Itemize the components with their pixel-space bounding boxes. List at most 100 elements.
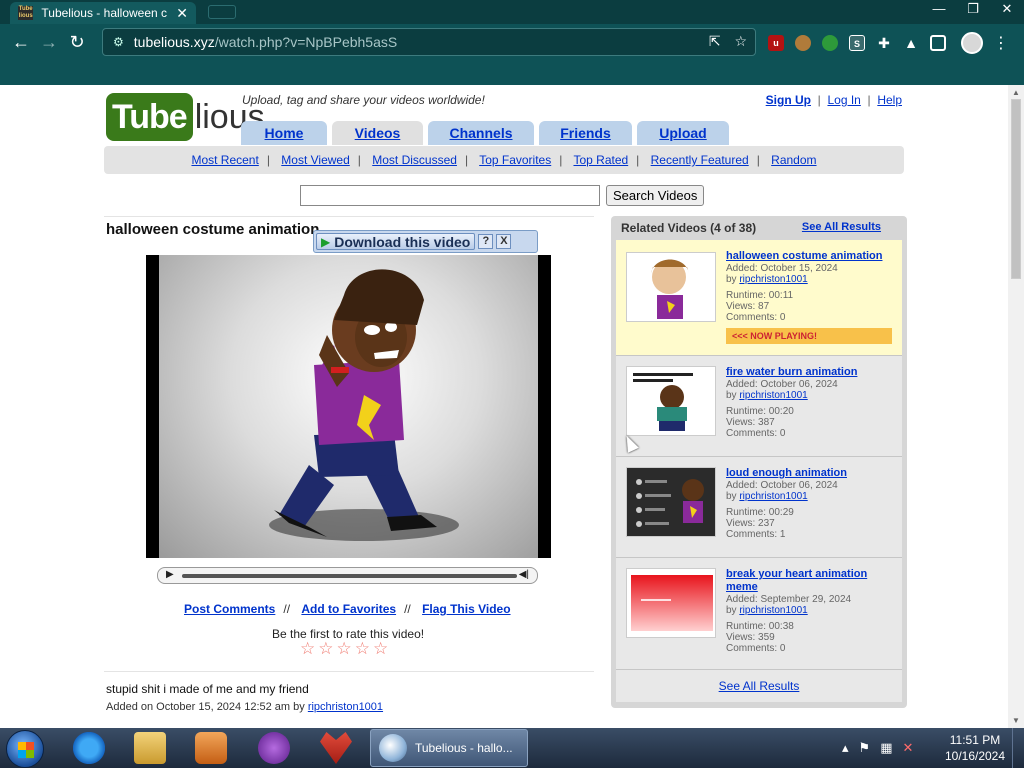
ublock-icon[interactable]: u <box>768 35 784 51</box>
menu-icon[interactable]: ⋮ <box>993 33 1009 53</box>
subnav-most-recent[interactable]: Most Recent <box>191 153 258 167</box>
tray-expand-icon[interactable]: ▴ <box>842 740 849 756</box>
forward-icon[interactable]: → <box>38 32 60 53</box>
sidebar-icon[interactable] <box>930 35 946 51</box>
app-icon[interactable] <box>320 732 352 764</box>
clock-time: 11:51 PM <box>949 733 1001 747</box>
site-info-icon[interactable]: ⚙ <box>113 35 124 49</box>
tab-friends[interactable]: Friends <box>539 121 632 145</box>
post-comments-link[interactable]: Post Comments <box>184 602 275 616</box>
back-icon[interactable]: ← <box>10 32 32 53</box>
start-button[interactable] <box>6 730 44 768</box>
share-icon[interactable]: ⇱ <box>709 33 721 49</box>
video-actions: Post Comments// Add to Favorites// Flag … <box>184 602 511 616</box>
tab-home[interactable]: Home <box>241 121 327 145</box>
download-video-button[interactable]: ▶ Download this video <box>316 233 476 250</box>
scroll-up-icon[interactable]: ▲ <box>1012 88 1020 97</box>
new-tab-button[interactable] <box>208 5 236 19</box>
log-in-link[interactable]: Log In <box>827 93 860 107</box>
minimize-icon[interactable]: — <box>922 0 956 20</box>
subnav-top-rated[interactable]: Top Rated <box>573 153 628 167</box>
star-icon[interactable]: ☆ <box>300 640 315 657</box>
network-icon[interactable]: ▦ <box>880 740 892 756</box>
subnav-most-discussed[interactable]: Most Discussed <box>372 153 457 167</box>
browser-tab[interactable]: Tube lious Tubelious - halloween c ✕ <box>10 2 196 24</box>
show-desktop-button[interactable] <box>1012 728 1024 768</box>
s-icon[interactable]: S <box>849 35 865 51</box>
restore-icon[interactable]: ❐ <box>956 0 990 20</box>
add-to-favorites-link[interactable]: Add to Favorites <box>301 602 396 616</box>
bookmark-star-icon[interactable]: ☆ <box>734 33 747 49</box>
video-player[interactable] <box>146 255 551 558</box>
related-item[interactable]: loud enough animation Added: October 06,… <box>616 457 902 558</box>
tab-channels[interactable]: Channels <box>428 121 534 145</box>
beaker-icon[interactable]: ▲ <box>903 35 919 51</box>
related-item[interactable]: halloween costume animation Added: Octob… <box>616 240 902 356</box>
subnav-recently-featured[interactable]: Recently Featured <box>651 153 749 167</box>
related-author-link[interactable]: ripchriston1001 <box>739 491 807 502</box>
close-tab-icon[interactable]: ✕ <box>176 5 188 22</box>
video-thumbnail[interactable] <box>626 252 716 322</box>
address-bar[interactable]: ⚙ tubelious.xyz/watch.php?v=NpBPebh5asS … <box>102 28 756 56</box>
cookie-icon[interactable] <box>795 35 811 51</box>
seek-bar[interactable] <box>182 574 517 578</box>
related-author-link[interactable]: ripchriston1001 <box>739 274 807 285</box>
volume-icon[interactable]: ◀| <box>519 569 529 580</box>
page-viewport: Tube lious Upload, tag and share your vi… <box>0 85 1008 728</box>
related-comments: Comments: 0 <box>726 312 786 323</box>
puzzle-icon[interactable]: ✚ <box>876 35 892 51</box>
subnav-random[interactable]: Random <box>771 153 816 167</box>
help-link[interactable]: Help <box>877 93 902 107</box>
flag-video-link[interactable]: Flag This Video <box>422 602 510 616</box>
related-author-link[interactable]: ripchriston1001 <box>739 605 807 616</box>
star-icon[interactable]: ☆ <box>318 640 333 657</box>
download-label: Download this video <box>334 233 471 250</box>
page-scrollbar[interactable]: ▲ ▼ <box>1008 85 1024 728</box>
profile-avatar[interactable] <box>961 32 983 54</box>
subnav-top-favorites[interactable]: Top Favorites <box>479 153 551 167</box>
subnav-most-viewed[interactable]: Most Viewed <box>281 153 349 167</box>
file-explorer-icon[interactable] <box>134 732 166 764</box>
media-player-icon[interactable] <box>195 732 227 764</box>
reload-icon[interactable]: ↻ <box>66 32 88 53</box>
video-frame[interactable] <box>159 255 538 558</box>
volume-muted-icon[interactable]: ✕ <box>902 740 913 756</box>
star-icon[interactable]: ☆ <box>355 640 370 657</box>
search-videos-button[interactable]: Search Videos <box>606 185 705 206</box>
related-title-link[interactable]: halloween costume animation <box>726 250 896 263</box>
action-center-flag-icon[interactable]: ⚑ <box>859 740 871 756</box>
cartoon-character-image <box>269 269 459 541</box>
video-thumbnail[interactable] <box>626 568 716 638</box>
related-author-link[interactable]: ripchriston1001 <box>739 390 807 401</box>
download-help-button[interactable]: ? <box>478 234 494 249</box>
tab-title: Tubelious - halloween c <box>41 6 168 20</box>
close-window-icon[interactable]: ✕ <box>990 0 1024 20</box>
related-title-link[interactable]: break your heart animation meme <box>726 568 896 594</box>
internet-explorer-icon[interactable] <box>73 732 105 764</box>
video-thumbnail[interactable] <box>626 366 716 436</box>
scroll-down-icon[interactable]: ▼ <box>1012 716 1020 725</box>
author-link[interactable]: ripchriston1001 <box>308 701 383 713</box>
play-icon[interactable]: ▶ <box>166 569 174 580</box>
windows-logo-icon <box>18 742 34 758</box>
star-icon[interactable]: ☆ <box>373 640 388 657</box>
taskbar-task-browser[interactable]: Tubelious - hallo... <box>370 729 528 767</box>
see-all-results-link[interactable]: See All Results <box>802 221 881 233</box>
star-icon[interactable]: ☆ <box>337 640 352 657</box>
player-controls: ▶ ◀| <box>157 567 538 584</box>
download-close-button[interactable]: X <box>496 234 512 249</box>
see-all-results-footer-link[interactable]: See All Results <box>719 679 800 693</box>
scrollbar-thumb[interactable] <box>1011 99 1021 279</box>
related-item[interactable]: break your heart animation meme Added: S… <box>616 558 902 670</box>
search-input[interactable] <box>300 185 600 206</box>
tor-browser-icon[interactable] <box>258 732 290 764</box>
related-item[interactable]: fire water burn animation Added: October… <box>616 356 902 457</box>
related-title-link[interactable]: loud enough animation <box>726 467 896 480</box>
video-thumbnail[interactable] <box>626 467 716 537</box>
leaf-icon[interactable] <box>822 35 838 51</box>
tab-videos[interactable]: Videos <box>332 121 423 145</box>
sign-up-link[interactable]: Sign Up <box>766 93 811 107</box>
clock[interactable]: 11:51 PM 10/16/2024 <box>940 732 1010 764</box>
related-title-link[interactable]: fire water burn animation <box>726 366 896 379</box>
tab-upload[interactable]: Upload <box>637 121 729 145</box>
